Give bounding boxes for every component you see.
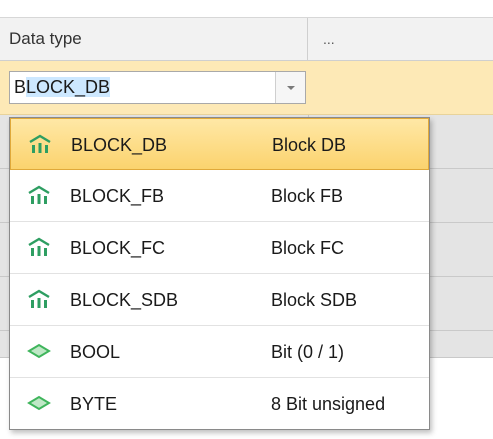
elementary-type-icon	[27, 343, 51, 359]
editing-row: BLOCK_DB	[0, 61, 493, 115]
grid-header: Data type ...	[0, 17, 493, 61]
block-icon	[28, 185, 50, 204]
dropdown-item-block-sdb[interactable]: BLOCK_SDB Block SDB	[10, 274, 429, 326]
chevron-down-icon	[287, 86, 295, 90]
dropdown-item-block-db[interactable]: BLOCK_DB Block DB	[10, 118, 429, 170]
data-type-dropdown-list[interactable]: BLOCK_DB Block DB BLOCK_FB Block FB BLOC…	[9, 117, 430, 430]
item-type-name: BLOCK_FC	[70, 238, 166, 258]
combobox-text[interactable]: BLOCK_DB	[14, 72, 111, 103]
item-type-name: BLOCK_SDB	[70, 290, 179, 310]
item-type-name: BLOCK_DB	[71, 135, 168, 155]
item-type-description: Block FC	[271, 238, 345, 258]
item-type-name: BOOL	[70, 342, 121, 362]
dropdown-item-block-fc[interactable]: BLOCK_FC Block FC	[10, 222, 429, 274]
item-type-name: BYTE	[70, 394, 118, 414]
dropdown-item-bool[interactable]: BOOL Bit (0 / 1)	[10, 326, 429, 378]
item-type-description: 8 Bit unsigned	[271, 394, 386, 414]
column-header-data-type[interactable]: Data type	[0, 18, 308, 60]
elementary-type-icon	[27, 395, 51, 411]
dropdown-item-block-fb[interactable]: BLOCK_FB Block FB	[10, 170, 429, 222]
combobox-text-unselected: B	[14, 77, 27, 97]
item-type-description: Block SDB	[271, 290, 358, 310]
dropdown-button[interactable]	[275, 72, 305, 103]
combobox-text-selection: LOCK_DB	[26, 77, 111, 97]
item-type-description: Bit (0 / 1)	[271, 342, 345, 362]
item-type-name: BLOCK_FB	[70, 186, 165, 206]
item-type-description: Block FB	[271, 186, 344, 206]
top-strip	[0, 0, 493, 17]
column-header-more[interactable]: ...	[308, 18, 493, 60]
block-icon	[28, 289, 50, 308]
block-icon	[28, 237, 50, 256]
item-type-description: Block DB	[272, 135, 347, 155]
data-type-combobox[interactable]: BLOCK_DB	[9, 71, 306, 104]
block-icon	[29, 134, 51, 153]
dropdown-item-byte[interactable]: BYTE 8 Bit unsigned	[10, 378, 429, 430]
